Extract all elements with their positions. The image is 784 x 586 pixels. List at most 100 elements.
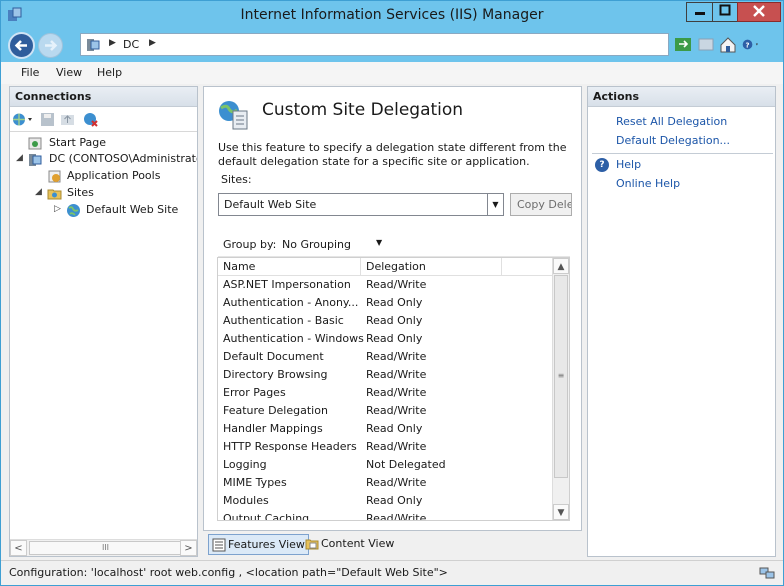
table-row[interactable]: HTTP Response Headers Read/Write [218, 438, 553, 456]
table-row[interactable]: Feature Delegation Read/Write [218, 402, 553, 420]
breadcrumb-arrow-icon: ▶ [109, 38, 116, 48]
stop-icon[interactable] [697, 36, 715, 53]
table-row[interactable]: Logging Not Delegated [218, 456, 553, 474]
scroll-thumb[interactable]: ≡ [554, 275, 568, 478]
actions-divider [592, 153, 773, 154]
expand-arrow-icon[interactable]: ▷ [54, 204, 61, 214]
menu-file[interactable]: File [21, 66, 39, 79]
collapse-arrow-icon[interactable]: ◢ [16, 153, 23, 163]
table-row[interactable]: Authentication - Basic Read Only [218, 312, 553, 330]
table-row[interactable]: Default Document Read/Write [218, 348, 553, 366]
breadcrumb-arrow-icon[interactable]: ▶ [149, 38, 156, 48]
horizontal-scrollbar[interactable]: < III > [10, 539, 197, 556]
cell-feature-name: Logging [223, 458, 267, 471]
grid-header: Name Delegation [218, 258, 553, 276]
cell-feature-name: HTTP Response Headers [223, 440, 357, 453]
cell-delegation: Read/Write [366, 386, 427, 399]
delegation-grid: Name Delegation ASP.NET Impersonation Rea… [217, 257, 570, 521]
up-level-icon[interactable] [60, 112, 75, 127]
cell-feature-name: Error Pages [223, 386, 286, 399]
scroll-right-icon[interactable]: > [180, 540, 197, 556]
tree-label: Start Page [49, 136, 106, 149]
cell-feature-name: MIME Types [223, 476, 287, 489]
tree-label: DC (CONTOSO\Administrator) [49, 152, 197, 165]
home-icon[interactable] [719, 36, 737, 53]
table-row[interactable]: Handler Mappings Read Only [218, 420, 553, 438]
cell-feature-name: ASP.NET Impersonation [223, 278, 351, 291]
close-button[interactable] [737, 2, 781, 22]
minimize-icon [694, 12, 705, 15]
vertical-scrollbar[interactable]: ▲ ≡ ▼ [552, 258, 569, 520]
back-button[interactable] [8, 32, 35, 59]
cell-feature-name: Handler Mappings [223, 422, 323, 435]
table-row[interactable]: Error Pages Read/Write [218, 384, 553, 402]
forward-arrow-icon [45, 40, 58, 51]
menu-help[interactable]: Help [97, 66, 122, 79]
cell-feature-name: Directory Browsing [223, 368, 328, 381]
column-header-name[interactable]: Name [218, 258, 361, 276]
scroll-thumb[interactable]: III [29, 541, 182, 555]
sites-dropdown[interactable]: Default Web Site ▼ [218, 193, 504, 216]
reset-all-delegation-link[interactable]: Reset All Delegation [616, 115, 727, 128]
grid-body: ASP.NET Impersonation Read/Write Authentic… [218, 276, 553, 521]
group-by-dropdown[interactable]: No Grouping [282, 238, 351, 251]
table-row[interactable]: Output Caching Read/Write [218, 510, 553, 521]
group-by-bar: Group by: No Grouping ▼ [218, 235, 570, 257]
scroll-left-icon[interactable]: < [10, 540, 27, 556]
menu-view[interactable]: View [56, 66, 82, 79]
title-bar: Internet Information Services (IIS) Mana… [1, 1, 783, 29]
menu-bar: File View Help [1, 62, 783, 84]
start-page-icon [28, 137, 42, 150]
cell-delegation: Read Only [366, 422, 423, 435]
page-title: Custom Site Delegation [262, 100, 464, 120]
tab-content-view[interactable]: Content View [302, 534, 397, 555]
group-by-label: Group by: [223, 238, 277, 251]
table-row[interactable]: Modules Read Only [218, 492, 553, 510]
dropdown-arrow-icon[interactable]: ▼ [376, 238, 382, 247]
copy-delegation-button[interactable]: Copy Delegation [510, 193, 572, 216]
minimize-button[interactable] [686, 2, 713, 22]
default-delegation-link[interactable]: Default Delegation... [616, 134, 730, 147]
table-row[interactable]: ASP.NET Impersonation Read/Write [218, 276, 553, 294]
scroll-down-icon[interactable]: ▼ [553, 504, 569, 520]
scroll-up-icon[interactable]: ▲ [553, 258, 569, 274]
feature-panel: Custom Site Delegation Use this feature … [203, 86, 582, 531]
tab-features-view[interactable]: Features View [208, 534, 309, 555]
page-description: Use this feature to specify a delegation… [218, 141, 567, 168]
connections-toolbar [10, 108, 197, 132]
address-bar[interactable]: ▶ DC ▶ [80, 33, 669, 56]
connect-globe-icon[interactable] [12, 112, 34, 127]
cell-feature-name: Feature Delegation [223, 404, 328, 417]
refresh-connection-icon[interactable] [674, 36, 692, 53]
breadcrumb-dc[interactable]: DC [123, 38, 139, 51]
save-icon[interactable] [40, 112, 55, 127]
table-row[interactable]: MIME Types Read/Write [218, 474, 553, 492]
table-row[interactable]: Directory Browsing Read/Write [218, 366, 553, 384]
help-link[interactable]: Help [616, 158, 641, 171]
connections-tree: Start Page ◢ DC (CONTOSO\Administrator) … [10, 133, 197, 541]
cell-delegation: Read/Write [366, 368, 427, 381]
forward-button[interactable] [38, 33, 63, 58]
cell-delegation: Read/Write [366, 278, 427, 291]
online-help-link[interactable]: Online Help [616, 177, 680, 190]
dropdown-arrow-icon[interactable]: ▼ [487, 194, 503, 215]
table-row[interactable]: Authentication - Anony... Read Only [218, 294, 553, 312]
cell-delegation: Read/Write [366, 512, 427, 521]
maximize-button[interactable] [712, 2, 738, 22]
globe-icon [67, 204, 80, 217]
close-icon [753, 5, 765, 17]
help-dropdown-icon[interactable]: ? [742, 36, 760, 53]
cell-feature-name: Authentication - Windows [223, 332, 364, 345]
tree-label: Sites [67, 186, 94, 199]
column-header-delegation[interactable]: Delegation [361, 258, 502, 276]
delegation-feature-icon [219, 101, 248, 130]
iis-manager-window: Internet Information Services (IIS) Mana… [0, 0, 784, 586]
table-row[interactable]: Authentication - Windows Read Only [218, 330, 553, 348]
sites-folder-icon [47, 189, 62, 200]
collapse-arrow-icon[interactable]: ◢ [35, 187, 42, 197]
cell-delegation: Read/Write [366, 404, 427, 417]
help-icon: ? [595, 158, 609, 172]
remove-connection-icon[interactable] [83, 112, 98, 127]
cell-delegation: Read Only [366, 314, 423, 327]
network-status-icon [759, 567, 775, 579]
